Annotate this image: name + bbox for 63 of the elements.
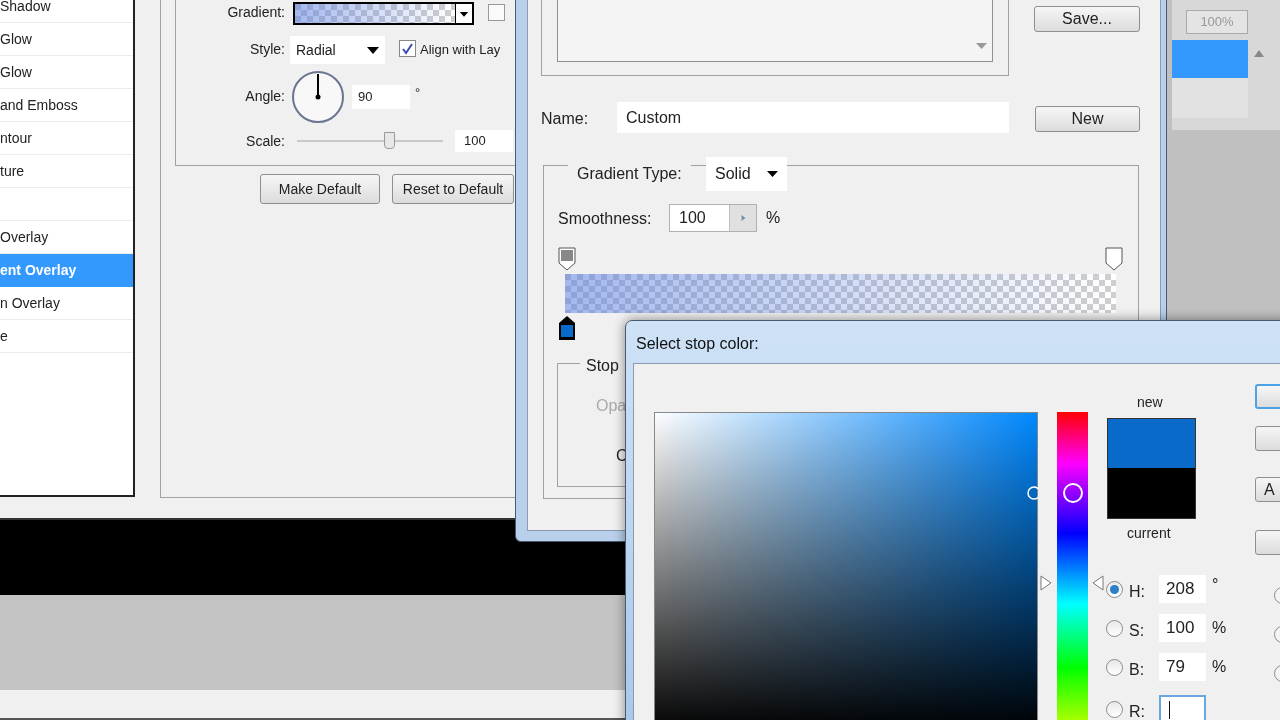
- dialog-button[interactable]: A: [1255, 477, 1280, 502]
- radio-button[interactable]: [1106, 701, 1123, 718]
- opacity-label: Opa: [596, 396, 627, 416]
- style-list-item[interactable]: ntour: [0, 122, 133, 155]
- dialog-button[interactable]: Make Default: [260, 174, 380, 204]
- value-field[interactable]: 208: [1159, 575, 1206, 603]
- radio-button[interactable]: [1106, 581, 1123, 598]
- radio-button[interactable]: [1106, 620, 1123, 637]
- scroll-up-icon[interactable]: [1254, 50, 1264, 57]
- align-label: Align with Lay: [420, 41, 501, 59]
- dialog-button[interactable]: Reset to Default: [392, 174, 514, 204]
- field-label: R:: [1129, 702, 1145, 720]
- new-label: new: [1137, 393, 1163, 412]
- name-field[interactable]: Custom: [617, 102, 1009, 133]
- align-checkbox[interactable]: [399, 40, 416, 57]
- gradient-type-dropdown[interactable]: Solid: [706, 157, 787, 191]
- radio-button[interactable]: [1106, 659, 1123, 676]
- style-list-item[interactable]: Glow: [0, 56, 133, 89]
- angle-dial[interactable]: [291, 70, 345, 124]
- smoothness-field[interactable]: 100: [669, 204, 757, 232]
- gradient-label: Gradient:: [227, 3, 285, 22]
- smoothness-label: Smoothness:: [558, 209, 652, 229]
- field-label: S:: [1129, 621, 1145, 641]
- gradient-picker[interactable]: [293, 2, 474, 25]
- field-label: B:: [1129, 660, 1145, 680]
- style-label: Style:: [250, 40, 285, 59]
- unit-label: %: [1212, 657, 1227, 677]
- new-button[interactable]: New: [1035, 106, 1140, 132]
- value-field[interactable]: 100: [1159, 614, 1206, 642]
- field-label: H:: [1129, 582, 1145, 602]
- value-field[interactable]: [1159, 695, 1206, 720]
- unit-label: °: [1212, 575, 1219, 595]
- opacity-stop-icon[interactable]: [558, 247, 576, 271]
- hue-slider[interactable]: [1037, 412, 1107, 720]
- percent-sign: %: [766, 208, 781, 228]
- angle-label: Angle:: [245, 87, 285, 106]
- reverse-checkbox[interactable]: [488, 4, 505, 21]
- text-cursor: [1169, 701, 1170, 719]
- save-button[interactable]: Save...: [1034, 6, 1140, 32]
- angle-field[interactable]: 90: [352, 85, 410, 109]
- color-stop-icon[interactable]: [558, 315, 576, 341]
- scroll-down-icon[interactable]: [976, 43, 987, 49]
- style-list-item[interactable]: n Overlay: [0, 287, 133, 320]
- scale-label: Scale:: [246, 132, 285, 151]
- unit-label: %: [1212, 618, 1227, 638]
- caret-icon: [367, 46, 379, 54]
- hue-slider-thumb[interactable]: [1040, 575, 1104, 591]
- current-label: current: [1127, 524, 1171, 543]
- color-field[interactable]: [654, 412, 1038, 720]
- value-field[interactable]: 79: [1159, 653, 1206, 681]
- style-list-item[interactable]: Shadow: [0, 0, 133, 23]
- window-title: Select stop color:: [636, 334, 759, 354]
- opacity-stop-icon[interactable]: [1105, 247, 1123, 271]
- style-list-item[interactable]: e: [0, 320, 133, 353]
- style-list-item[interactable]: and Emboss: [0, 89, 133, 122]
- degree-symbol: °: [415, 84, 421, 102]
- slider-thumb[interactable]: [383, 132, 395, 149]
- name-label: Name:: [541, 109, 589, 129]
- style-list-item[interactable]: Glow: [0, 23, 133, 56]
- scale-field[interactable]: 100: [455, 130, 513, 152]
- style-list-item[interactable]: ture: [0, 155, 133, 188]
- style-dropdown[interactable]: Radial: [290, 36, 385, 64]
- caret-icon: [767, 171, 778, 177]
